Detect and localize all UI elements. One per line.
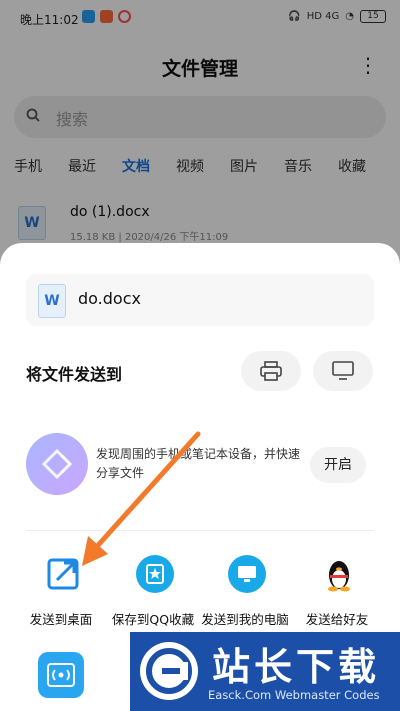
tutorial-arrow-icon (82, 431, 201, 566)
watermark-subtitle: Easck.Com Webmaster Codes (208, 688, 380, 702)
watermark-logo-icon (140, 642, 198, 700)
watermark-title: 站长下载 (212, 645, 381, 689)
watermark: 站长下载 Easck.Com Webmaster Codes (130, 632, 400, 711)
